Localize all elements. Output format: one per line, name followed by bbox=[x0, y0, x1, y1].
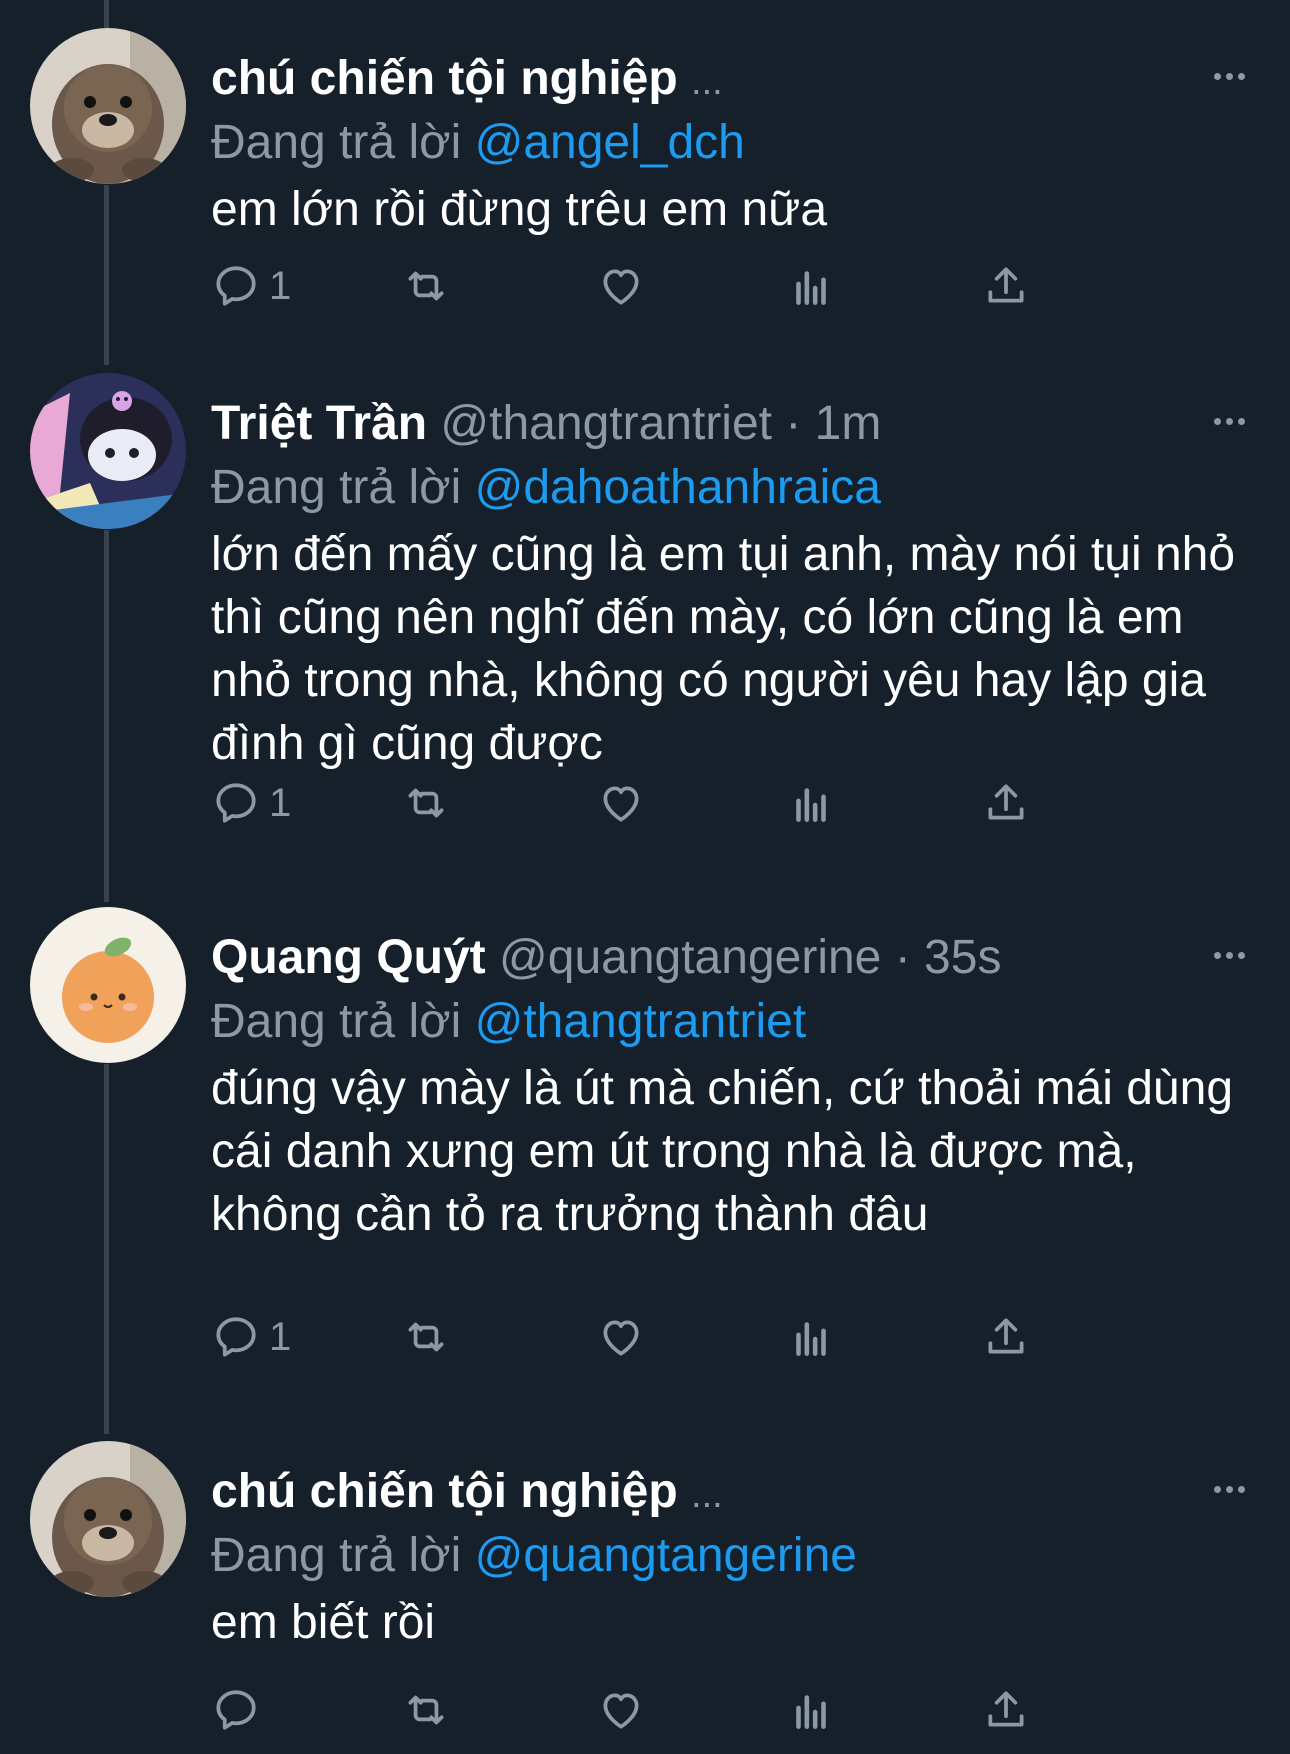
heart-icon bbox=[603, 1693, 639, 1729]
tweet-header: Triệt Trần @thangtrantriet · 1m bbox=[211, 395, 881, 453]
like-button[interactable] bbox=[596, 773, 646, 833]
views-icon bbox=[796, 1322, 826, 1356]
views-button[interactable] bbox=[786, 256, 836, 316]
reply-prefix: Đang trả lời bbox=[211, 1529, 462, 1582]
tweet-text: đúng vậy mày là út mà chiến, cứ thoải má… bbox=[211, 1062, 1234, 1241]
more-icon[interactable] bbox=[1204, 935, 1254, 975]
avatar[interactable] bbox=[30, 373, 186, 529]
views-button[interactable] bbox=[786, 773, 836, 833]
tweet-header: chú chiến tội nghiệp ... bbox=[211, 1463, 723, 1524]
reply-count: 1 bbox=[269, 263, 292, 308]
separator-dot: · bbox=[785, 397, 802, 450]
share-icon bbox=[988, 267, 1024, 303]
truncation-ellipsis: ... bbox=[691, 61, 723, 103]
retweet-button[interactable] bbox=[401, 773, 451, 833]
views-icon bbox=[796, 1695, 826, 1729]
retweet-icon bbox=[408, 1695, 444, 1725]
mention-link[interactable]: @quangtangerine bbox=[475, 1529, 857, 1582]
views-button[interactable] bbox=[786, 1307, 836, 1367]
reply-context: Đang trả lời @quangtangerine bbox=[211, 1527, 857, 1585]
tweet-header: Quang Quýt @quangtangerine · 35s bbox=[211, 929, 1001, 987]
kuromi-avatar-icon bbox=[30, 373, 186, 529]
mention-link[interactable]: @angel_dch bbox=[475, 116, 745, 169]
tweet[interactable]: Triệt Trần @thangtrantriet · 1m Đang trả… bbox=[0, 373, 1290, 833]
reply-icon bbox=[216, 1317, 256, 1357]
retweet-button[interactable] bbox=[401, 1307, 451, 1367]
display-name[interactable]: chú chiến tội nghiệp bbox=[211, 52, 678, 105]
share-icon bbox=[988, 784, 1024, 820]
reply-button[interactable]: 1 bbox=[211, 1307, 291, 1367]
reply-prefix: Đang trả lời bbox=[211, 995, 462, 1048]
reply-prefix: Đang trả lời bbox=[211, 116, 462, 169]
reply-button[interactable]: 1 bbox=[211, 256, 291, 316]
heart-icon bbox=[603, 786, 639, 822]
retweet-button[interactable] bbox=[401, 1680, 451, 1740]
tweet-actions: 1 bbox=[211, 1307, 1151, 1367]
share-icon bbox=[988, 1691, 1024, 1727]
otter-avatar-icon bbox=[30, 28, 186, 184]
display-name[interactable]: Triệt Trần bbox=[211, 397, 427, 450]
more-icon[interactable] bbox=[1204, 401, 1254, 441]
reply-button[interactable]: 1 bbox=[211, 773, 291, 833]
user-handle[interactable]: @quangtangerine bbox=[499, 931, 881, 984]
mention-link[interactable]: @dahoathanhraica bbox=[475, 461, 881, 514]
views-icon bbox=[796, 271, 826, 305]
like-button[interactable] bbox=[596, 1680, 646, 1740]
tweet-text: em biết rồi bbox=[211, 1596, 436, 1649]
tweet-actions: 1 bbox=[211, 256, 1151, 316]
tangerine-avatar-icon bbox=[30, 907, 186, 1063]
timestamp[interactable]: 1m bbox=[815, 397, 882, 450]
tweet-actions: 1 bbox=[211, 773, 1151, 833]
share-button[interactable] bbox=[981, 1680, 1031, 1740]
display-name[interactable]: Quang Quýt bbox=[211, 931, 486, 984]
reply-icon bbox=[216, 266, 256, 306]
share-button[interactable] bbox=[981, 1307, 1031, 1367]
tweet[interactable]: chú chiến tội nghiệp ... Đang trả lời @a… bbox=[0, 28, 1290, 328]
heart-icon bbox=[603, 1320, 639, 1356]
tweet[interactable]: Quang Quýt @quangtangerine · 35s Đang tr… bbox=[0, 907, 1290, 1367]
views-button[interactable] bbox=[786, 1680, 836, 1740]
avatar[interactable] bbox=[30, 28, 186, 184]
reply-count: 1 bbox=[269, 780, 292, 825]
like-button[interactable] bbox=[596, 256, 646, 316]
views-icon bbox=[796, 788, 826, 822]
share-button[interactable] bbox=[981, 256, 1031, 316]
reply-count: 1 bbox=[269, 1314, 292, 1359]
reply-button[interactable] bbox=[211, 1680, 269, 1740]
truncation-ellipsis: ... bbox=[691, 1474, 723, 1516]
reply-context: Đang trả lời @thangtrantriet bbox=[211, 993, 806, 1051]
reply-icon bbox=[216, 783, 256, 823]
retweet-icon bbox=[408, 271, 444, 301]
avatar[interactable] bbox=[30, 1441, 186, 1597]
more-icon[interactable] bbox=[1204, 1469, 1254, 1509]
tweet-header: chú chiến tội nghiệp ... bbox=[211, 50, 723, 111]
reply-prefix: Đang trả lời bbox=[211, 461, 462, 514]
like-button[interactable] bbox=[596, 1307, 646, 1367]
otter-avatar-icon bbox=[30, 1441, 186, 1597]
tweet-actions bbox=[211, 1680, 1151, 1740]
avatar[interactable] bbox=[30, 907, 186, 1063]
display-name[interactable]: chú chiến tội nghiệp bbox=[211, 1465, 678, 1518]
retweet-button[interactable] bbox=[401, 256, 451, 316]
heart-icon bbox=[603, 269, 639, 305]
tweet-text: em lớn rồi đừng trêu em nữa bbox=[211, 183, 828, 236]
separator-dot: · bbox=[894, 931, 911, 984]
retweet-icon bbox=[408, 1322, 444, 1352]
user-handle[interactable]: @thangtrantriet bbox=[440, 397, 772, 450]
tweet-text: lớn đến mấy cũng là em tụi anh, mày nói … bbox=[211, 528, 1236, 770]
retweet-icon bbox=[408, 788, 444, 818]
share-icon bbox=[988, 1318, 1024, 1354]
tweet[interactable]: chú chiến tội nghiệp ... Đang trả lời @q… bbox=[0, 1441, 1290, 1754]
share-button[interactable] bbox=[981, 773, 1031, 833]
reply-context: Đang trả lời @dahoathanhraica bbox=[211, 459, 881, 517]
more-icon[interactable] bbox=[1204, 56, 1254, 96]
mention-link[interactable]: @thangtrantriet bbox=[475, 995, 807, 1048]
reply-context: Đang trả lời @angel_dch bbox=[211, 114, 745, 172]
thread-line bbox=[104, 0, 109, 28]
reply-icon bbox=[216, 1690, 256, 1730]
timestamp[interactable]: 35s bbox=[924, 931, 1001, 984]
